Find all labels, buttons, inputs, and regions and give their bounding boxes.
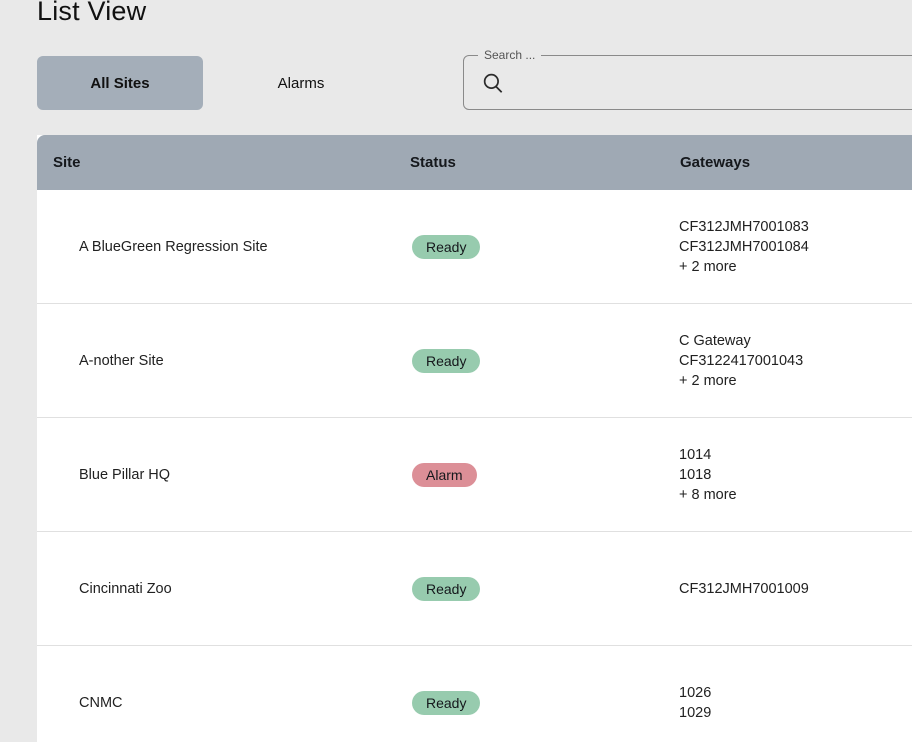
gateway-line: CF3122417001043 [679,351,912,371]
gateway-line: 1014 [679,445,912,465]
gateway-line: + 2 more [679,257,912,277]
search-field-label: Search ... [478,48,541,62]
status-cell: Ready [410,691,679,715]
site-name: A BlueGreen Regression Site [37,239,410,255]
gateways-cell: CF312JMH7001083CF312JMH7001084+ 2 more [679,217,912,277]
gateways-cell: CF312JMH7001009 [679,579,912,599]
gateway-line: 1029 [679,703,912,723]
status-badge: Ready [412,235,480,259]
search-field[interactable]: Search ... [463,55,912,110]
status-badge: Ready [412,577,480,601]
status-cell: Ready [410,235,679,259]
search-input[interactable] [514,56,912,109]
table-row[interactable]: CNMC Ready 10261029 [37,646,912,742]
tab-all-sites[interactable]: All Sites [37,56,203,110]
gateways-cell: 10261029 [679,683,912,723]
site-name: CNMC [37,695,410,711]
table-header-row: Site Status Gateways [37,135,912,190]
gateways-cell: 10141018+ 8 more [679,445,912,505]
tab-all-sites-label: All Sites [90,75,149,92]
table-row[interactable]: A BlueGreen Regression Site Ready CF312J… [37,190,912,304]
gateway-line: 1018 [679,465,912,485]
gateway-line: + 8 more [679,485,912,505]
gateway-line: CF312JMH7001009 [679,579,912,599]
tab-alarms[interactable]: Alarms [218,56,384,110]
site-name: Blue Pillar HQ [37,467,410,483]
status-badge: Alarm [412,463,477,487]
table-body: A BlueGreen Regression Site Ready CF312J… [37,190,912,742]
status-cell: Alarm [410,463,679,487]
table-row[interactable]: Cincinnati Zoo Ready CF312JMH7001009 [37,532,912,646]
column-header-gateways[interactable]: Gateways [679,154,912,171]
gateway-line: C Gateway [679,331,912,351]
column-header-site[interactable]: Site [37,154,410,171]
gateway-line: CF312JMH7001084 [679,237,912,257]
status-cell: Ready [410,349,679,373]
gateway-line: + 2 more [679,371,912,391]
site-name: A-nother Site [37,353,410,369]
list-view-page: List View All Sites Alarms Search ... Si… [0,0,912,742]
tab-alarms-label: Alarms [278,75,325,92]
sites-table: Site Status Gateways A BlueGreen Regress… [37,135,912,742]
table-row[interactable]: A-nother Site Ready C GatewayCF312241700… [37,304,912,418]
table-row[interactable]: Blue Pillar HQ Alarm 10141018+ 8 more [37,418,912,532]
status-badge: Ready [412,349,480,373]
gateway-line: 1026 [679,683,912,703]
page-title: List View [37,0,146,27]
site-name: Cincinnati Zoo [37,581,410,597]
gateways-cell: C GatewayCF3122417001043+ 2 more [679,331,912,391]
status-badge: Ready [412,691,480,715]
magnifier-icon [480,70,506,96]
status-cell: Ready [410,577,679,601]
gateway-line: CF312JMH7001083 [679,217,912,237]
column-header-status[interactable]: Status [410,154,679,171]
